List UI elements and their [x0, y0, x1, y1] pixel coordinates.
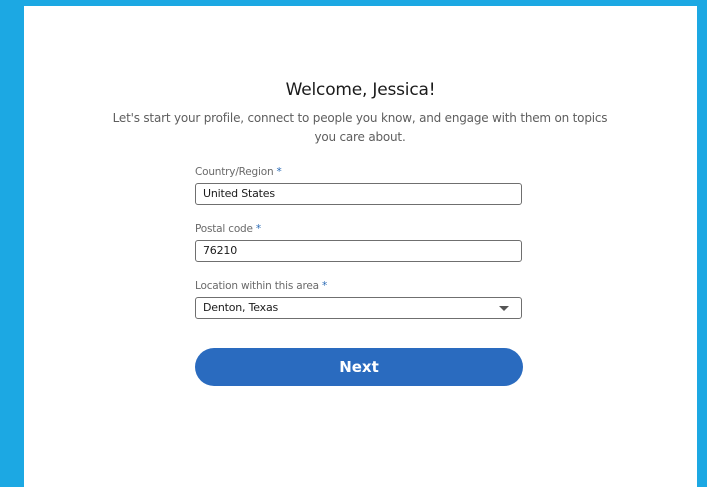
location-label-text: Location within this area: [195, 280, 319, 292]
location-select[interactable]: Denton, Texas: [195, 297, 522, 319]
postal-code-value: 76210: [203, 244, 237, 257]
country-label: Country/Region *: [195, 166, 282, 178]
next-button[interactable]: Next: [195, 348, 523, 386]
postal-code-label: Postal code *: [195, 223, 261, 235]
signup-card: Welcome, Jessica! Let's start your profi…: [24, 6, 697, 487]
chevron-down-icon[interactable]: [499, 306, 509, 311]
location-value: Denton, Texas: [203, 301, 279, 314]
location-label: Location within this area *: [195, 280, 327, 292]
location-required-mark: *: [322, 280, 328, 292]
country-value: United States: [203, 187, 275, 200]
country-label-text: Country/Region: [195, 166, 274, 178]
postal-code-label-text: Postal code: [195, 223, 253, 235]
country-field[interactable]: United States: [195, 183, 522, 205]
postal-code-required-mark: *: [255, 223, 261, 235]
postal-code-field[interactable]: 76210: [195, 240, 522, 262]
country-required-mark: *: [276, 166, 282, 178]
page-title: Welcome, Jessica!: [285, 80, 436, 100]
page-subtitle: Let's start your profile, connect to peo…: [112, 111, 608, 144]
